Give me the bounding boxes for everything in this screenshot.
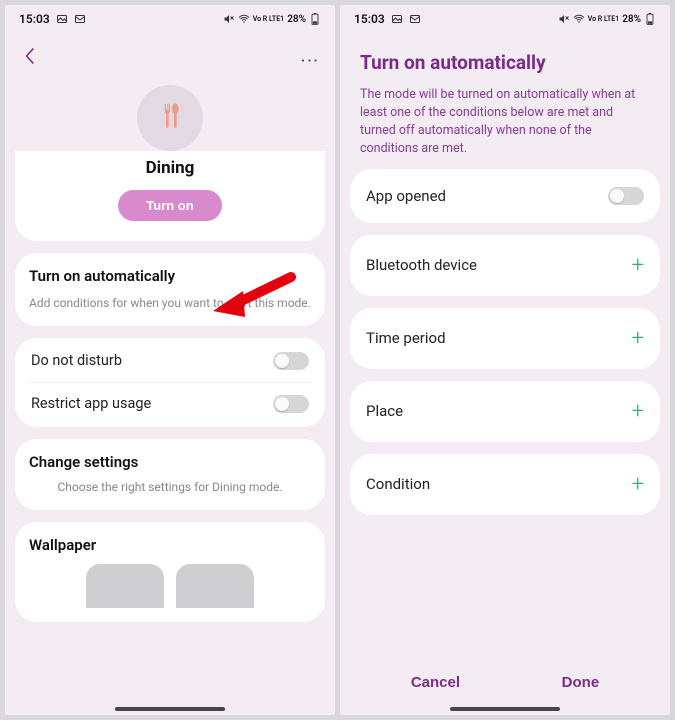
status-bar: 15:03 Vo R LTE1 28% bbox=[340, 5, 670, 33]
nav-indicator bbox=[115, 707, 225, 711]
add-icon[interactable]: + bbox=[632, 472, 644, 497]
status-net: Vo R LTE1 bbox=[588, 16, 620, 23]
status-battery: 28% bbox=[622, 14, 641, 25]
screen-auto-conditions: 15:03 Vo R LTE1 28% Turn on automaticall… bbox=[340, 5, 670, 715]
mode-title: Dining bbox=[29, 158, 311, 178]
more-icon[interactable]: ⋮ bbox=[299, 51, 320, 67]
wallpaper-thumb[interactable] bbox=[176, 564, 254, 608]
page-title: Turn on automatically bbox=[360, 51, 650, 74]
header: Turn on automatically The mode will be t… bbox=[340, 33, 670, 169]
add-icon[interactable]: + bbox=[632, 253, 644, 278]
restrict-toggle[interactable] bbox=[273, 395, 309, 413]
row-label: Bluetooth device bbox=[366, 256, 477, 274]
dnd-row[interactable]: Do not disturb bbox=[29, 340, 311, 382]
gmail-icon bbox=[409, 13, 421, 25]
dnd-toggle[interactable] bbox=[273, 352, 309, 370]
add-icon[interactable]: + bbox=[632, 326, 644, 351]
wallpaper-card[interactable]: Wallpaper bbox=[15, 522, 325, 622]
row-label: Place bbox=[366, 402, 403, 420]
back-icon[interactable] bbox=[23, 46, 37, 72]
row-condition[interactable]: Condition + bbox=[350, 454, 660, 515]
row-label: Time period bbox=[366, 329, 446, 347]
wifi-icon bbox=[238, 13, 250, 25]
battery-icon bbox=[309, 13, 321, 25]
turn-on-button[interactable]: Turn on bbox=[118, 190, 221, 221]
mode-header-card: Dining Turn on bbox=[15, 151, 325, 241]
row-bluetooth[interactable]: Bluetooth device + bbox=[350, 235, 660, 296]
row-place[interactable]: Place + bbox=[350, 381, 660, 442]
settings-title: Change settings bbox=[29, 453, 311, 471]
turn-on-automatically-card[interactable]: Turn on automatically Add conditions for… bbox=[15, 253, 325, 326]
status-time: 15:03 bbox=[354, 12, 385, 26]
mute-icon bbox=[558, 13, 570, 25]
dnd-label: Do not disturb bbox=[31, 352, 122, 369]
cancel-button[interactable]: Cancel bbox=[411, 674, 460, 691]
gmail-icon bbox=[74, 13, 86, 25]
wifi-icon bbox=[573, 13, 585, 25]
dining-icon bbox=[154, 100, 186, 136]
toggles-card: Do not disturb Restrict app usage bbox=[15, 338, 325, 427]
mute-icon bbox=[223, 13, 235, 25]
row-time-period[interactable]: Time period + bbox=[350, 308, 660, 369]
status-bar: 15:03 Vo R LTE1 28% bbox=[5, 5, 335, 33]
app-opened-toggle[interactable] bbox=[608, 187, 644, 205]
gallery-icon bbox=[391, 13, 403, 25]
add-icon[interactable]: + bbox=[632, 399, 644, 424]
row-app-opened[interactable]: App opened bbox=[350, 169, 660, 223]
gallery-icon bbox=[56, 13, 68, 25]
battery-icon bbox=[644, 13, 656, 25]
screen-dining-mode: 15:03 Vo R LTE1 28% ⋮ bbox=[5, 5, 335, 715]
auto-subtitle: Add conditions for when you want to star… bbox=[29, 295, 311, 312]
row-label: Condition bbox=[366, 475, 430, 493]
status-battery: 28% bbox=[287, 14, 306, 25]
restrict-label: Restrict app usage bbox=[31, 395, 151, 412]
restrict-row[interactable]: Restrict app usage bbox=[29, 382, 311, 425]
settings-sub: Choose the right settings for Dining mod… bbox=[29, 479, 311, 496]
wallpaper-thumb[interactable] bbox=[86, 564, 164, 608]
mode-icon-circle bbox=[137, 85, 203, 151]
change-settings-card[interactable]: Change settings Choose the right setting… bbox=[15, 439, 325, 510]
page-description: The mode will be turned on automatically… bbox=[360, 86, 650, 159]
wallpaper-title: Wallpaper bbox=[29, 536, 311, 554]
status-time: 15:03 bbox=[19, 12, 50, 26]
top-bar: ⋮ bbox=[5, 33, 335, 77]
row-label: App opened bbox=[366, 187, 446, 205]
status-net: Vo R LTE1 bbox=[253, 16, 285, 23]
done-button[interactable]: Done bbox=[562, 674, 600, 691]
nav-indicator bbox=[450, 707, 560, 711]
auto-title: Turn on automatically bbox=[29, 267, 311, 285]
